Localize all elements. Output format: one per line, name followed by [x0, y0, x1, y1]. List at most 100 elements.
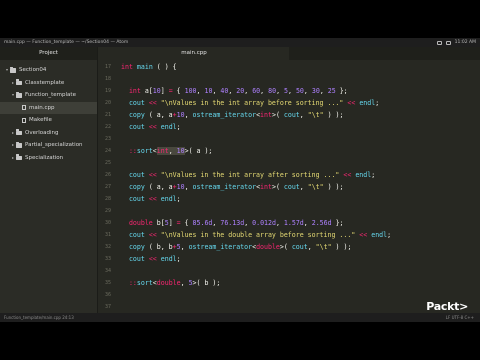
project-sidebar: Project ▾ Section04 ▸ Classtemplate ▾ Functio…: [0, 47, 98, 313]
tab-bar: main.cpp: [99, 47, 480, 60]
folder-icon: [16, 154, 22, 160]
window-title: main.cpp — Function_template — ~/Section…: [4, 40, 129, 45]
code-line[interactable]: 36: [99, 290, 480, 300]
line-number: 22: [104, 124, 111, 130]
packt-logo: Packt>: [426, 300, 468, 313]
line-number: 35: [104, 280, 111, 286]
code-line[interactable]: 30 double b[5] = { 85.6d, 76.13d, 0.012d…: [99, 218, 480, 228]
code-line[interactable]: 29: [99, 206, 480, 216]
atom-window: main.cpp — Function_template — ~/Section…: [0, 38, 480, 322]
code-line[interactable]: 35 ::sort<double, 5>( b );: [99, 278, 480, 288]
code-text: cout << endl;: [128, 195, 181, 203]
code-text: cout << "\nValues in the double array be…: [128, 231, 392, 239]
code-line[interactable]: 33 cout << endl;: [99, 254, 480, 264]
tree-item-section04[interactable]: ▾ Section04: [0, 64, 97, 77]
line-number: 18: [104, 76, 111, 82]
line-number: 34: [104, 268, 111, 274]
tree-item-label: main.cpp: [29, 104, 55, 111]
folder-icon: [16, 129, 22, 135]
code-text: cout << endl;: [128, 255, 181, 263]
code-line[interactable]: 25: [99, 158, 480, 168]
code-text: copy ( b, b+5, ostream_iterator<double>(…: [128, 243, 352, 251]
line-number: 19: [104, 88, 111, 94]
sidebar-header[interactable]: Project: [0, 47, 97, 60]
code-text: copy ( a, a+10, ostream_iterator<int>( c…: [128, 111, 344, 119]
tree-item-specialization[interactable]: ▸ Specialization: [0, 152, 97, 165]
folder-icon: [10, 66, 16, 73]
folder-icon: [16, 91, 22, 98]
battery-icon: [436, 40, 442, 45]
tree-item-function-template[interactable]: ▾ Function_template: [0, 89, 97, 102]
line-number: 21: [104, 112, 111, 118]
code-line[interactable]: 22 cout << endl;: [99, 122, 480, 132]
line-number: 32: [104, 244, 111, 250]
line-number: 33: [104, 256, 111, 262]
letterbox-top: [0, 0, 480, 38]
code-line[interactable]: 37: [99, 302, 480, 312]
code-line[interactable]: 23: [99, 134, 480, 144]
code-line[interactable]: 27 copy ( a, a+10, ostream_iterator<int>…: [99, 182, 480, 192]
code-text: int a[10] = { 100, 10, 40, 20, 60, 80, 5…: [128, 87, 348, 95]
code-line[interactable]: 24 ::sort<int, 10>( a );: [99, 146, 480, 156]
system-tray: 11:02 AM: [436, 38, 476, 47]
line-number: 37: [104, 304, 111, 310]
code-line[interactable]: 32 copy ( b, b+5, ostream_iterator<doubl…: [99, 242, 480, 252]
volume-icon: [445, 40, 451, 45]
code-line[interactable]: 17 int main ( ) {: [99, 62, 480, 72]
folder-icon: [16, 141, 22, 148]
tree-item-label: Specialization: [25, 154, 64, 161]
code-text: ::sort<int, 10>( a );: [128, 147, 213, 155]
line-number: 25: [104, 160, 111, 166]
code-line[interactable]: 19 int a[10] = { 100, 10, 40, 20, 60, 80…: [99, 86, 480, 96]
status-right: LF UTF-8 C++: [445, 315, 474, 320]
line-number: 27: [104, 184, 111, 190]
code-line[interactable]: 20 cout << "\nValues in the int array be…: [99, 98, 480, 108]
editor-pane: main.cpp 17 int main ( ) { 18 19 int a[10] …: [99, 47, 480, 313]
code-text: ::sort<double, 5>( b );: [128, 279, 221, 287]
line-number: 20: [104, 100, 111, 106]
tree-item-label: Classtemplate: [25, 79, 65, 86]
file-icon: [22, 105, 26, 111]
file-icon: [22, 117, 26, 123]
tree-item-overloading[interactable]: ▸ Overloading: [0, 127, 97, 140]
tree-item-label: Partial_specialization: [25, 142, 83, 148]
line-number: 24: [104, 148, 111, 154]
code-text: copy ( a, a+10, ostream_iterator<int>( c…: [128, 183, 344, 191]
folder-icon: [16, 79, 22, 85]
status-bar: Function_template/main.cpp 24:13 LF UTF-…: [0, 313, 480, 322]
tree-item-makefile[interactable]: Makefile: [0, 114, 97, 127]
code-line[interactable]: 18: [99, 74, 480, 84]
clock: 11:02 AM: [454, 40, 476, 45]
line-number: 26: [104, 172, 111, 178]
tree-item-label: Overloading: [25, 129, 59, 136]
tree-item-label: Section04: [19, 67, 47, 73]
letterbox-bottom: [0, 322, 480, 360]
tree-item-main-cpp[interactable]: main.cpp: [0, 101, 97, 114]
code-line[interactable]: 31 cout << "\nValues in the double array…: [99, 230, 480, 240]
code-line[interactable]: 26 cout << "\nValues in the int array af…: [99, 170, 480, 180]
code-text: cout << "\nValues in the int array befor…: [128, 99, 380, 107]
tree-item-classtemplate[interactable]: ▸ Classtemplate: [0, 77, 97, 90]
line-number: 36: [104, 292, 111, 298]
code-area[interactable]: 17 int main ( ) { 18 19 int a[10] = { 100, …: [99, 60, 480, 313]
line-number: 17: [104, 64, 111, 70]
line-number: 30: [104, 220, 111, 226]
code-text: cout << "\nValues in the int array after…: [128, 171, 376, 179]
tree-item-label: Function_template: [25, 92, 76, 98]
line-number: 23: [104, 136, 111, 142]
code-line[interactable]: 28 cout << endl;: [99, 194, 480, 204]
status-left: Function_template/main.cpp 24:13: [4, 315, 74, 320]
tree-item-partial-specialization[interactable]: ▸ Partial_specialization: [0, 139, 97, 152]
title-bar: main.cpp — Function_template — ~/Section…: [0, 38, 480, 47]
file-tree: ▾ Section04 ▸ Classtemplate ▾ Function_templa…: [0, 60, 97, 164]
code-text: double b[5] = { 85.6d, 76.13d, 0.012d, 1…: [128, 219, 344, 227]
code-text: cout << endl;: [128, 123, 181, 131]
line-number: 29: [104, 208, 111, 214]
code-text: int main ( ) {: [121, 63, 177, 71]
line-number: 31: [104, 232, 111, 238]
code-line[interactable]: 34: [99, 266, 480, 276]
tree-item-label: Makefile: [29, 117, 52, 123]
line-number: 28: [104, 196, 111, 202]
tab-main-cpp[interactable]: main.cpp: [99, 47, 289, 60]
code-line[interactable]: 21 copy ( a, a+10, ostream_iterator<int>…: [99, 110, 480, 120]
